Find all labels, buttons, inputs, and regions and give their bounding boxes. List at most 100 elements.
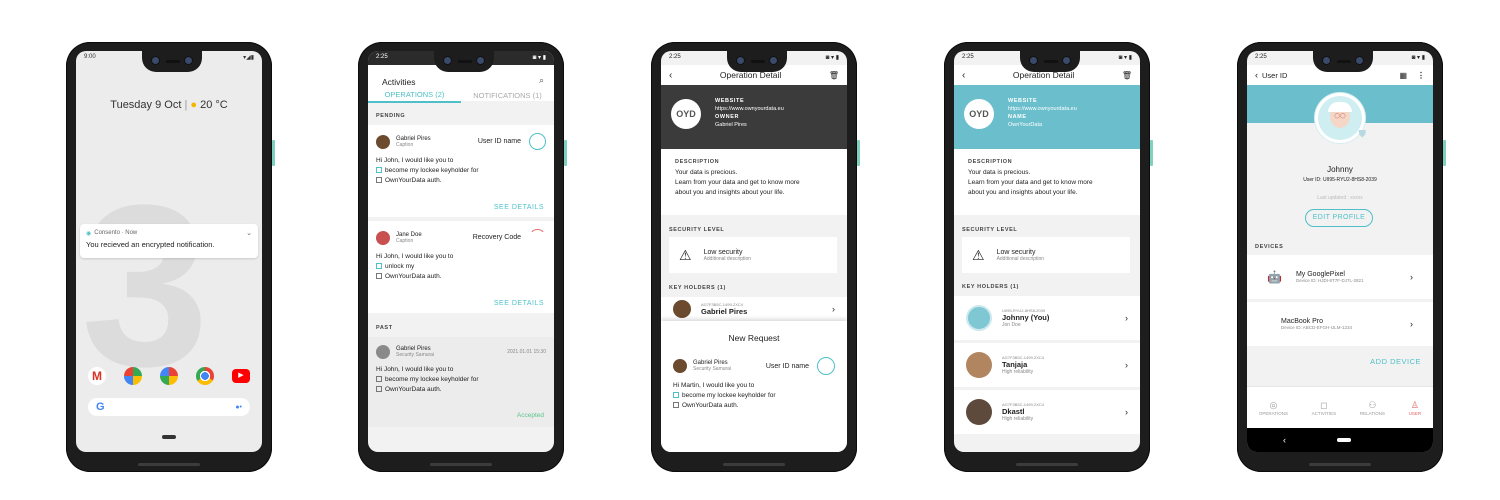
dock: M ▶	[88, 367, 250, 385]
assistant-icon[interactable]: ●•	[235, 404, 242, 411]
speaker-grille	[138, 463, 200, 466]
message-line: Hi John, I would like you to	[376, 253, 454, 260]
activity-card[interactable]: Jane Doe Caption Recovery Code Hi John, …	[368, 221, 554, 313]
service-logo: OYD	[671, 99, 701, 129]
trash-icon[interactable]: 🗑	[1122, 71, 1132, 80]
date-text: Tuesday 9 Oct	[110, 99, 182, 111]
tab-operations[interactable]: OPERATIONS (2)	[368, 90, 461, 103]
website-label: WEBSITE	[715, 98, 745, 104]
chevron-down-icon[interactable]: ⌄	[246, 229, 252, 237]
side-button	[857, 140, 860, 166]
edit-profile-button[interactable]: EDIT PROFILE	[1305, 209, 1373, 227]
status-icons: ◙ ▾ ▮	[825, 55, 839, 61]
message-line: OwnYourData auth.	[385, 177, 442, 184]
back-arrow-icon[interactable]: ‹	[669, 70, 672, 81]
website-link[interactable]: https://www.ownyourdata.eu	[715, 105, 784, 113]
timestamp: 2021.01.01 15:30	[507, 349, 546, 355]
back-arrow-icon[interactable]: ‹	[962, 70, 965, 81]
message-line: become my lockee keyholder for	[385, 167, 479, 174]
chevron-right-icon[interactable]: ›	[1125, 313, 1128, 323]
back-arrow-icon[interactable]: ‹	[1255, 70, 1258, 80]
key-holder-row[interactable]: AG7F3B5C-1499-2XC4 Tanjaja High reliabil…	[954, 343, 1140, 387]
key-holder-row[interactable]: AG7F3B5C-1499-2XC4 Dkastl High reliabili…	[954, 390, 1140, 434]
key-holder-row[interactable]: AG7F3B5C-1499-2XC4 Gabriel Pires ›	[661, 297, 847, 321]
lockscreen: 3 9:00 ▾◢▮ Tuesday 9 Oct | ● 20 °C ◉ Con…	[76, 51, 262, 452]
notch	[727, 51, 787, 72]
device-row[interactable]: MacBook Pro Device ID: ABCD-EFGH-IJLM-12…	[1247, 302, 1433, 346]
youtube-icon[interactable]: ▶	[232, 369, 250, 383]
message-line: Hi John, I would like you to	[376, 366, 454, 373]
nav-activities[interactable]: ◻ ACTIVITIES	[1312, 400, 1337, 416]
chevron-right-icon[interactable]: ›	[832, 304, 835, 314]
app-icon: ◉	[86, 230, 92, 237]
maps-icon[interactable]	[124, 367, 142, 385]
user-id: User ID: UII95-RYU2-8HS8-2039	[1303, 177, 1377, 183]
description-line: Learn from your data and get to know mor…	[675, 179, 800, 186]
key-holder-name: Gabriel Pires	[701, 307, 748, 316]
website-label: WEBSITE	[1008, 98, 1038, 104]
chevron-right-icon[interactable]: ›	[1125, 360, 1128, 370]
home-indicator[interactable]	[162, 435, 176, 439]
home-indicator[interactable]	[1337, 438, 1351, 442]
chrome-icon[interactable]	[196, 367, 214, 385]
notification-card[interactable]: ◉ Consento · Now ⌄ You recieved an encry…	[80, 224, 258, 258]
tab-notifications[interactable]: NOTIFICATIONS (1)	[461, 91, 554, 102]
message-line: OwnYourData auth.	[385, 273, 442, 280]
user-name: Johnny	[1327, 165, 1353, 174]
activity-card[interactable]: Gabriel Pires Caption User ID name Hi Jo…	[368, 125, 554, 217]
more-vert-icon[interactable]: ⋮	[1417, 71, 1425, 80]
speaker-grille	[1016, 463, 1078, 466]
check-icon	[673, 392, 679, 399]
chevron-right-icon[interactable]: ›	[1410, 319, 1413, 329]
message-line: unlock my	[385, 263, 415, 270]
avatar	[966, 399, 992, 425]
security-level-label: SECURITY LEVEL	[669, 227, 725, 233]
key-holder-sub: Jon Doe	[1002, 322, 1021, 328]
owner-value: Gabriel Pires	[715, 122, 747, 128]
chevron-right-icon[interactable]: ›	[1410, 272, 1413, 282]
nav-operations[interactable]: ◎ OPERATIONS	[1259, 400, 1288, 416]
google-search-bar[interactable]: G ●•	[88, 398, 250, 416]
name-label: NAME	[1008, 114, 1027, 120]
check-icon	[376, 263, 382, 270]
sun-icon: ●	[190, 99, 198, 111]
photos-icon[interactable]	[160, 367, 178, 385]
back-icon[interactable]: ‹	[1283, 435, 1286, 445]
sender-caption: Caption	[396, 141, 414, 148]
chevron-right-icon[interactable]: ›	[1125, 407, 1128, 417]
avatar	[673, 300, 691, 318]
system-nav-bar: ‹	[1247, 428, 1433, 452]
message-line: Hi Martin, I would like you to	[673, 382, 755, 389]
description-line: about you and insights about your life.	[968, 189, 1078, 196]
notch	[434, 51, 494, 72]
device-row[interactable]: 🤖 My GooglePixel Device ID: HJDI-8T7F-DJ…	[1247, 255, 1433, 299]
sender-name: Gabriel Pires	[396, 135, 431, 142]
website-link[interactable]: https://www.ownyourdata.eu	[1008, 105, 1077, 113]
search-icon[interactable]: ⌕	[539, 75, 544, 86]
warning-icon: ⚠	[972, 246, 985, 263]
nav-label: RELATIONS	[1359, 410, 1385, 416]
add-device-button[interactable]: ADD DEVICE	[1370, 357, 1421, 366]
qr-code-icon[interactable]: ▦	[1399, 71, 1407, 80]
page-title: Activities	[382, 77, 416, 87]
avatar	[966, 352, 992, 378]
notch	[142, 51, 202, 72]
key-holder-row[interactable]: UII95-RYU2-8HS8-2039 Johnny (You) Jon Do…	[954, 296, 1140, 340]
clock: 2:25	[669, 54, 681, 60]
google-logo: G	[96, 401, 105, 413]
see-details-button[interactable]: SEE DETAILS	[494, 204, 544, 211]
nav-relations[interactable]: ⚇ RELATIONS	[1360, 400, 1385, 416]
nav-user[interactable]: ♙ USER	[1409, 400, 1422, 416]
security-card: ⚠ Low security Additional description	[669, 237, 837, 273]
side-button	[1443, 140, 1446, 166]
gmail-icon[interactable]: M	[88, 367, 106, 385]
side-button	[272, 140, 275, 166]
name-value: OwnYourData	[1008, 122, 1043, 128]
trash-icon[interactable]: 🗑	[829, 71, 839, 80]
side-button	[564, 140, 567, 166]
activity-card-past[interactable]: Gabriel Pires Security Samurai 2021.01.0…	[368, 337, 554, 427]
phone-activities: 2:25 ◙ ▾ ▮ Activities ⌕ OPERATIONS (2) NO…	[358, 42, 567, 472]
see-details-button[interactable]: SEE DETAILS	[494, 300, 544, 307]
description-line: Learn from your data and get to know mor…	[968, 179, 1093, 186]
message-line: OwnYourData auth.	[385, 386, 442, 393]
